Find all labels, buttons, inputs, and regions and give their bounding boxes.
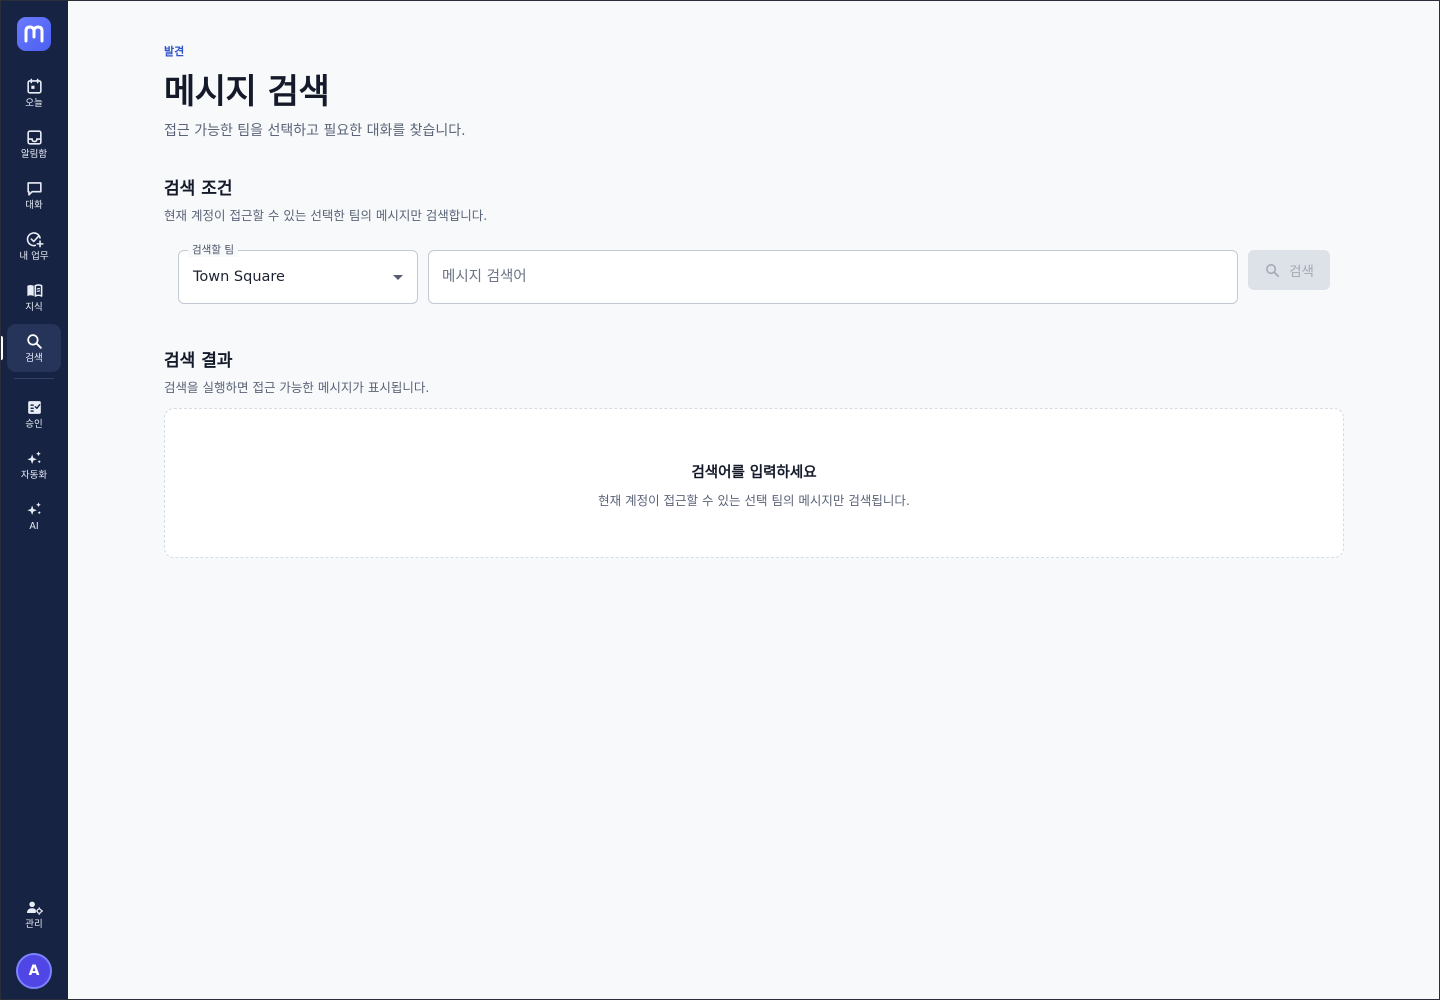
sparkle-icon	[26, 450, 41, 464]
inbox-icon	[26, 129, 42, 145]
sidebar-item-ai[interactable]: AI	[7, 492, 61, 540]
sidebar-item-label: 검색	[25, 352, 43, 364]
check-plus-icon	[26, 231, 44, 247]
page-eyebrow: 발견	[164, 45, 185, 58]
sidebar-item-search[interactable]: 검색	[0, 324, 61, 372]
sidebar: 오늘 알림함 대화 내 업무 지식 검색 승인 자동화 AI 관리 A	[0, 0, 68, 1000]
results-empty-state: 검색어를 입력하세요 현재 계정이 접근할 수 있는 선택 팀의 메시지만 검색…	[164, 408, 1344, 558]
sidebar-item-approval[interactable]: 승인	[7, 390, 61, 438]
team-select-label: 검색할 팀	[188, 243, 238, 257]
sidebar-item-label: 대화	[25, 199, 43, 211]
page-title: 메시지 검색	[164, 72, 330, 112]
search-icon	[26, 333, 42, 349]
search-button[interactable]: 검색	[1248, 250, 1330, 290]
sidebar-item-label: 관리	[25, 918, 43, 930]
sidebar-item-label: 지식	[25, 301, 43, 313]
empty-state-title: 검색어를 입력하세요	[691, 465, 817, 481]
sidebar-item-label: AI	[29, 520, 39, 532]
book-icon	[26, 283, 42, 297]
team-select[interactable]: 검색할 팀 Town Square	[178, 243, 418, 304]
app-logo[interactable]	[17, 17, 51, 51]
caret-down-icon	[393, 275, 403, 280]
sidebar-item-today[interactable]: 오늘	[7, 69, 61, 117]
search-icon	[1266, 263, 1280, 277]
sidebar-item-label: 승인	[25, 418, 43, 430]
sidebar-item-admin[interactable]: 관리	[7, 890, 61, 938]
sidebar-bottom: 관리 A	[7, 890, 61, 1000]
admin-gear-icon	[26, 901, 43, 915]
search-button-label: 검색	[1289, 264, 1314, 280]
sidebar-item-label: 알림함	[20, 148, 48, 160]
empty-state-description: 현재 계정이 접근할 수 있는 선택 팀의 메시지만 검색됩니다.	[598, 493, 910, 508]
message-search-input[interactable]	[428, 250, 1238, 304]
sidebar-item-inbox[interactable]: 알림함	[7, 120, 61, 168]
sidebar-item-chat[interactable]: 대화	[7, 171, 61, 219]
criteria-section-title: 검색 조건	[164, 179, 233, 199]
criteria-section-description: 현재 계정이 접근할 수 있는 선택한 팀의 메시지만 검색합니다.	[164, 208, 488, 223]
sidebar-item-knowledge[interactable]: 지식	[7, 273, 61, 321]
results-section-description: 검색을 실행하면 접근 가능한 메시지가 표시됩니다.	[164, 380, 430, 395]
sidebar-item-automation[interactable]: 자동화	[7, 441, 61, 489]
sidebar-divider	[14, 378, 54, 379]
logo-m-icon	[24, 25, 44, 43]
chat-bubble-icon	[26, 181, 42, 196]
team-select-value: Town Square	[193, 269, 285, 285]
sparkle-icon	[26, 501, 41, 515]
approval-icon	[27, 400, 41, 414]
sidebar-item-label: 자동화	[20, 469, 48, 481]
user-avatar[interactable]: A	[16, 953, 52, 989]
sidebar-item-label: 내 업무	[19, 250, 49, 262]
results-section-title: 검색 결과	[164, 351, 233, 371]
calendar-icon	[26, 78, 42, 94]
sidebar-item-label: 오늘	[25, 97, 43, 109]
page-subtitle: 접근 가능한 팀을 선택하고 필요한 대화를 찾습니다.	[164, 123, 466, 139]
sidebar-item-my-tasks[interactable]: 내 업무	[7, 222, 61, 270]
